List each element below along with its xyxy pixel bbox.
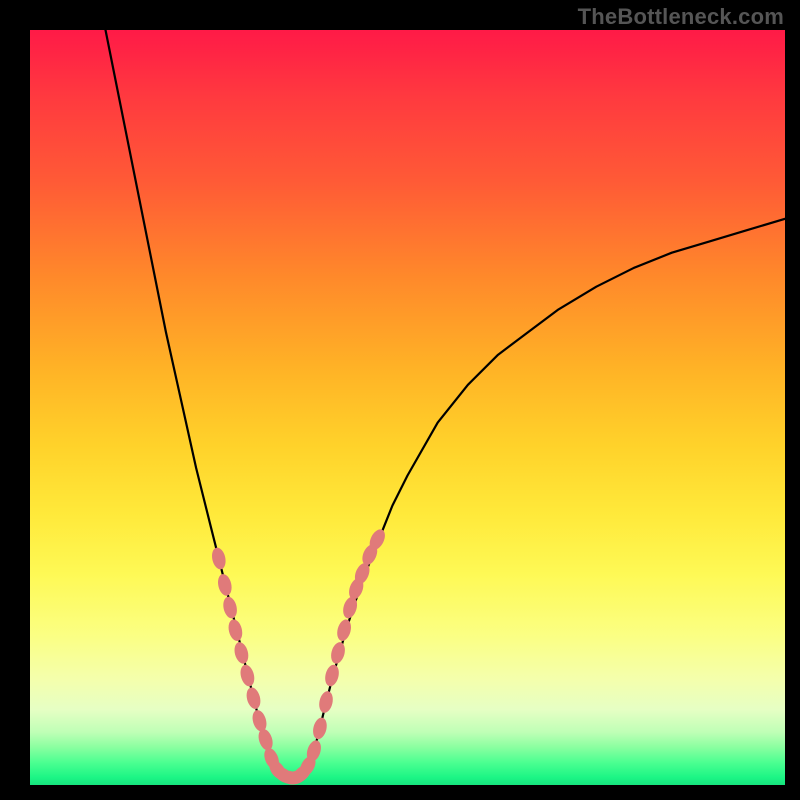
curve-marker bbox=[210, 546, 228, 570]
curve-marker bbox=[221, 595, 239, 619]
curve-marker bbox=[335, 618, 353, 643]
curve-marker bbox=[256, 727, 275, 752]
bottleneck-curve bbox=[106, 30, 786, 778]
chart-frame: TheBottleneck.com bbox=[0, 0, 800, 800]
curve-marker bbox=[238, 663, 256, 688]
curve-marker bbox=[317, 690, 335, 714]
plot-area bbox=[30, 30, 785, 785]
curve-marker bbox=[311, 716, 329, 740]
marker-cluster bbox=[210, 527, 388, 787]
curve-marker bbox=[226, 618, 244, 642]
curve-marker bbox=[244, 686, 262, 711]
curve-marker bbox=[250, 708, 269, 733]
curve-svg bbox=[30, 30, 785, 785]
curve-marker bbox=[232, 641, 250, 666]
curve-marker bbox=[329, 641, 347, 666]
curve-marker bbox=[323, 663, 341, 687]
curve-marker bbox=[216, 573, 234, 597]
watermark-text: TheBottleneck.com bbox=[578, 4, 784, 30]
